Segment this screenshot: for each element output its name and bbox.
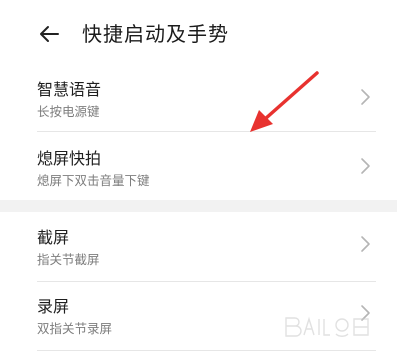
list-item-screen-off-snapshot[interactable]: 熄屏快拍 熄屏下双击音量下键 (21, 132, 376, 200)
list-item-title: 截屏 (37, 228, 70, 247)
divider (37, 350, 376, 351)
page-title: 快捷启动及手势 (82, 22, 229, 46)
header-bar: 快捷启动及手势 (0, 0, 397, 66)
list-item-title: 智慧语音 (37, 80, 102, 99)
list-item-subtitle: 指关节截屏 (37, 252, 100, 267)
list-item-subtitle: 双指关节录屏 (37, 321, 113, 336)
chevron-right-icon (361, 158, 370, 174)
chevron-right-icon (361, 236, 370, 252)
chevron-right-icon (361, 89, 370, 105)
list-item-title: 录屏 (37, 297, 70, 316)
list-item-smart-voice[interactable]: 智慧语音 长按电源键 (21, 63, 376, 131)
baidu-jingyan-watermark-icon (285, 316, 369, 337)
arrow-left-icon[interactable] (36, 20, 64, 48)
settings-group-gestures: 智慧语音 长按电源键 熄屏快拍 熄屏下双击音量下键 (21, 63, 376, 199)
list-item-subtitle: 熄屏下双击音量下键 (37, 173, 150, 188)
list-item-title: 熄屏快拍 (37, 149, 102, 168)
section-divider (0, 200, 397, 212)
list-item-screenshot[interactable]: 截屏 指关节截屏 (21, 213, 376, 281)
list-item-subtitle: 长按电源键 (37, 104, 100, 119)
